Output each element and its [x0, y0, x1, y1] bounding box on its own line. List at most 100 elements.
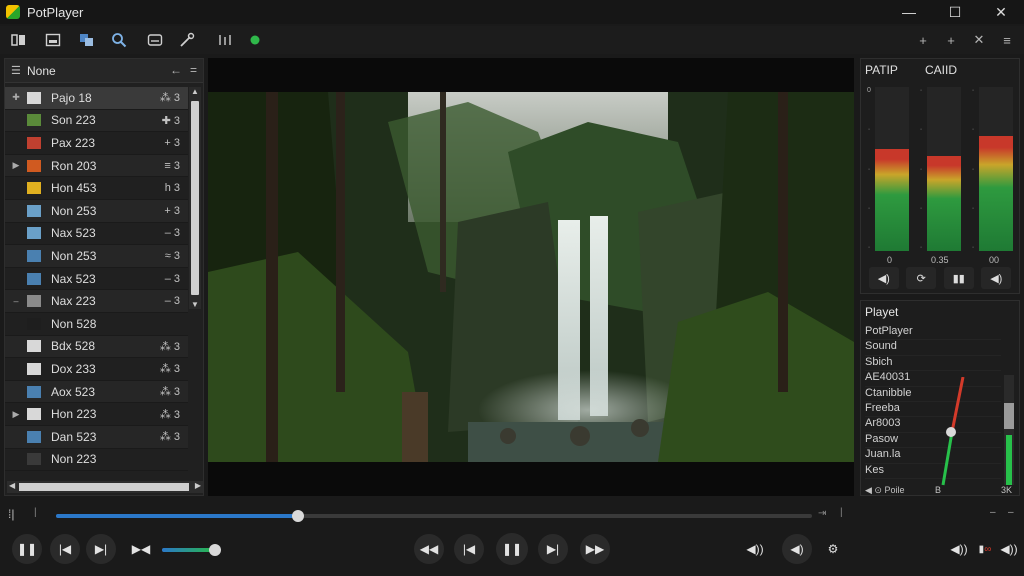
tab-caiid[interactable]: CAIID — [925, 63, 957, 77]
add-icon[interactable]: + — [940, 30, 962, 50]
seek-progress — [56, 514, 298, 518]
playlist-item[interactable]: Non 223 — [5, 449, 188, 472]
playlist-menu-icon[interactable]: = — [190, 63, 197, 77]
close-button[interactable]: ✕ — [978, 0, 1024, 24]
property-item[interactable]: Kes — [865, 464, 1001, 479]
fast-forward-button[interactable]: ▶▶ — [580, 534, 610, 564]
scroll-thumb[interactable] — [191, 101, 199, 295]
next-button[interactable]: ▶| — [538, 534, 568, 564]
eq-channel-right[interactable] — [979, 87, 1013, 251]
tab-patip[interactable]: PATIP — [865, 63, 898, 77]
subtitle-icon[interactable] — [144, 30, 166, 50]
property-item[interactable]: AE40031 — [865, 371, 1001, 387]
video-area[interactable] — [208, 58, 854, 496]
playlist-item[interactable]: Nax 523 – 3 — [5, 223, 188, 246]
video-thumb-icon — [27, 227, 41, 240]
playlist-item[interactable]: ▶ Ron 203 ≡ 3 — [5, 154, 188, 178]
row-expand-icon[interactable]: ▶ — [5, 409, 27, 420]
property-item[interactable]: Freeba — [865, 402, 1001, 418]
property-item[interactable]: Ctanibble — [865, 387, 1001, 402]
playlist-item[interactable]: ▶ Hon 223 ⁂ 3 — [5, 403, 188, 426]
playlist-item[interactable]: – Nax 223 – 3 — [5, 290, 188, 313]
back-arrow-icon[interactable]: ← — [170, 63, 182, 77]
info-panel-icon[interactable] — [42, 30, 64, 50]
list-menu-icon[interactable]: ☰ — [11, 64, 23, 77]
audio-track-button[interactable]: ◀) — [782, 534, 812, 564]
level-slider[interactable] — [937, 377, 967, 487]
video-thumb-icon — [27, 159, 41, 172]
row-expand-icon[interactable]: ✚ — [5, 92, 27, 103]
playlist-icon[interactable] — [8, 30, 30, 50]
minimize-button[interactable]: — — [886, 0, 932, 24]
capture-icon[interactable] — [76, 30, 98, 50]
playlist-item[interactable]: Aox 523 ⁂ 3 — [5, 380, 188, 404]
property-item[interactable]: Sbich — [865, 356, 1001, 372]
property-item[interactable]: Pasow — [865, 433, 1001, 449]
playlist-item[interactable]: Bdx 528 ⁂ 3 — [5, 335, 188, 359]
tools-icon[interactable] — [176, 30, 198, 50]
fullscreen-button[interactable]: ◀)) — [994, 534, 1024, 564]
skip-back-button[interactable]: |◀ — [50, 534, 80, 564]
speed-slider[interactable] — [162, 544, 222, 556]
playlist-item[interactable]: Dox 233 ⁂ 3 — [5, 358, 188, 381]
property-item[interactable]: Ar8003 — [865, 417, 1001, 433]
skip-forward-button[interactable]: ▶| — [86, 534, 116, 564]
pin-icon[interactable]: + — [912, 30, 934, 50]
close-icon: ✕ — [995, 3, 1007, 20]
property-item[interactable]: Juan.la — [865, 448, 1001, 464]
property-item[interactable]: PotPlayer — [865, 325, 1001, 341]
menu-icon[interactable]: ≡ — [996, 30, 1018, 50]
playlist-item[interactable]: Non 253 ≈ 3 — [5, 245, 188, 268]
bars-icon[interactable]: ▮▮ — [943, 267, 974, 289]
volume-icon[interactable]: ◀) — [981, 267, 1012, 289]
playlist-item-name: Dox 233 — [51, 361, 96, 376]
mute-button[interactable]: ◀)) — [740, 534, 770, 564]
frame-step-button[interactable]: ▶◀ — [126, 534, 156, 564]
equalizer-icon[interactable] — [214, 30, 236, 50]
chapter-icon[interactable]: ⁞| — [8, 507, 14, 521]
center-pause-button[interactable]: ❚❚ — [496, 533, 528, 565]
maximize-button[interactable]: ☐ — [932, 0, 978, 24]
playlist-vertical-scrollbar[interactable]: ▲ ▼ — [189, 87, 201, 309]
playlist-item[interactable]: Pax 223 + 3 — [5, 132, 188, 155]
scroll-left-icon[interactable]: ◀ — [9, 481, 15, 490]
previous-icon: |◀ — [462, 542, 476, 556]
seek-bar[interactable] — [56, 510, 812, 522]
playlist-item[interactable]: Non 253 + 3 — [5, 199, 188, 223]
properties-panel: Playet PotPlayer Sound Sbich AE40031 Ctanibb… — [860, 300, 1020, 496]
playlist-item[interactable]: ✚ Pajo 18 ⁂ 3 — [5, 87, 188, 110]
scroll-down-icon[interactable]: ▼ — [189, 300, 201, 309]
playlist-item[interactable]: Non 528 — [5, 313, 188, 336]
playlist-item[interactable]: Nax 523 – 3 — [5, 268, 188, 291]
search-icon[interactable] — [108, 30, 130, 50]
row-expand-icon[interactable]: ▶ — [5, 160, 27, 171]
pause-button[interactable]: ❚❚ — [12, 534, 42, 564]
previous-button[interactable]: |◀ — [454, 534, 484, 564]
video-thumb-icon — [27, 295, 41, 308]
status-dot-icon — [244, 30, 266, 50]
rewind-button[interactable]: ◀◀ — [414, 534, 444, 564]
scroll-right-icon[interactable]: ▶ — [195, 481, 201, 490]
horizontal-scroll-thumb[interactable] — [19, 483, 189, 491]
playlist-item[interactable]: Hon 453 h 3 — [5, 177, 188, 200]
speed-knob[interactable] — [209, 544, 222, 556]
seek-knob[interactable] — [291, 510, 304, 522]
equalizer-panel: PATIP CAIID 0 · · · · · · · · · · · · · · 0 0.35 00 … — [860, 58, 1020, 294]
scroll-up-icon[interactable]: ▲ — [189, 87, 201, 96]
settings-button[interactable]: ⚙ — [818, 534, 848, 564]
property-item[interactable]: Sound — [865, 340, 1001, 356]
playlist-item[interactable]: Son 223 ✚ 3 — [5, 109, 188, 133]
fullscreen-icon: ◀)) — [1000, 542, 1018, 556]
speaker-icon[interactable]: ◀) — [868, 267, 899, 289]
eq-scale-mid: · · · · · — [919, 87, 923, 251]
video-frame[interactable] — [208, 92, 854, 462]
row-expand-icon[interactable]: – — [5, 296, 27, 306]
playlist-item[interactable]: Dan 523 ⁂ 3 — [5, 425, 188, 449]
level-knob[interactable] — [946, 427, 956, 437]
close-panel-icon[interactable]: ✕ — [968, 30, 990, 50]
refresh-icon[interactable]: ⟳ — [906, 267, 937, 289]
eq-channel-left[interactable] — [875, 87, 909, 251]
playlist-horizontal-scrollbar[interactable]: ◀ ▶ — [7, 481, 203, 493]
eq-channel-mid[interactable] — [927, 87, 961, 251]
playlist-item-name: Non 528 — [51, 316, 97, 331]
